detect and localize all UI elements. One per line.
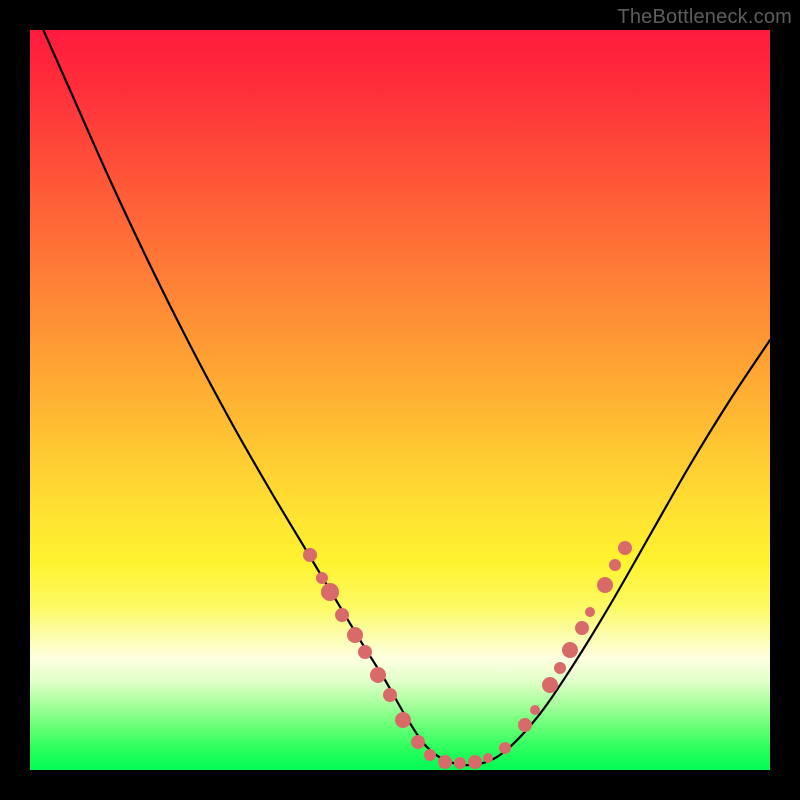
scatter-point: [438, 755, 452, 769]
scatter-point: [618, 541, 632, 555]
scatter-point: [483, 753, 493, 763]
scatter-point: [321, 583, 339, 601]
scatter-points: [303, 541, 632, 769]
scatter-point: [395, 712, 411, 728]
scatter-point: [518, 718, 532, 732]
scatter-point: [335, 608, 349, 622]
scatter-point: [370, 667, 386, 683]
scatter-point: [542, 677, 558, 693]
scatter-point: [554, 662, 566, 674]
watermark-text: TheBottleneck.com: [617, 6, 792, 29]
chart-frame: TheBottleneck.com: [0, 0, 800, 800]
chart-svg: [30, 30, 770, 770]
scatter-point: [383, 688, 397, 702]
scatter-point: [347, 627, 363, 643]
scatter-point: [303, 548, 317, 562]
scatter-point: [468, 755, 482, 769]
bottleneck-curve: [30, 30, 770, 765]
scatter-point: [597, 577, 613, 593]
scatter-point: [454, 757, 466, 769]
scatter-point: [609, 559, 621, 571]
scatter-point: [358, 645, 372, 659]
scatter-point: [316, 572, 328, 584]
scatter-point: [585, 607, 595, 617]
scatter-point: [411, 735, 425, 749]
scatter-point: [530, 705, 540, 715]
scatter-point: [499, 742, 511, 754]
scatter-point: [575, 621, 589, 635]
plot-area: [30, 30, 770, 770]
scatter-point: [424, 749, 436, 761]
scatter-point: [562, 642, 578, 658]
